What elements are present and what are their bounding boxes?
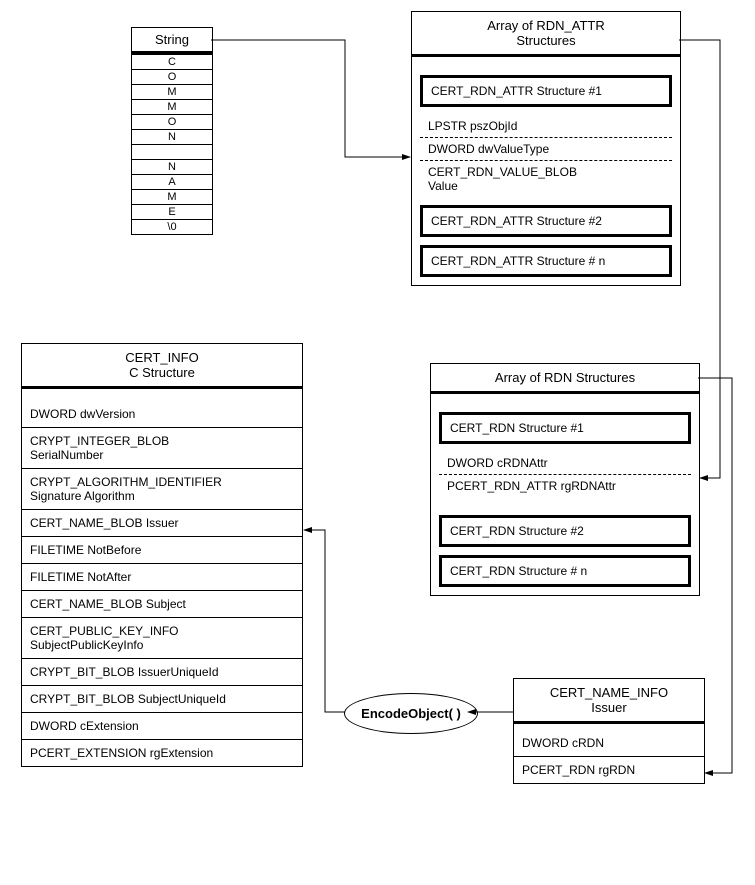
string-char: N — [132, 129, 212, 144]
string-char: M — [132, 99, 212, 114]
rdnattr-f1: LPSTR pszObjId — [420, 115, 672, 137]
rdn-array: Array of RDN Structures CERT_RDN Structu… — [430, 363, 700, 596]
string-char: O — [132, 114, 212, 129]
string-char: A — [132, 174, 212, 189]
cert-info-title: CERT_INFO C Structure — [22, 344, 302, 389]
cert-info-row: CERT_PUBLIC_KEY_INFO SubjectPublicKeyInf… — [22, 617, 302, 658]
rdn-f2: PCERT_RDN_ATTR rgRDNAttr — [439, 474, 691, 497]
cert-info-row: DWORD dwVersion — [22, 389, 302, 427]
cert-info-row: FILETIME NotAfter — [22, 563, 302, 590]
string-char: N — [132, 159, 212, 174]
rdnattr-f3: CERT_RDN_VALUE_BLOB Value — [420, 160, 672, 197]
encode-object: EncodeObject( ) — [344, 693, 478, 734]
rdnattr-s2: CERT_RDN_ATTR Structure #2 — [420, 205, 672, 237]
cert-info-row: CERT_NAME_BLOB Subject — [22, 590, 302, 617]
rdnattr-array: Array of RDN_ATTR Structures CERT_RDN_AT… — [411, 11, 681, 286]
rdnattr-title: Array of RDN_ATTR Structures — [412, 12, 680, 57]
rdnattr-s1: CERT_RDN_ATTR Structure #1 — [420, 75, 672, 107]
cert-info-row: CRYPT_INTEGER_BLOB SerialNumber — [22, 427, 302, 468]
cert-name-info-row: DWORD cRDN — [514, 724, 704, 756]
rdnattr-s3: CERT_RDN_ATTR Structure # n — [420, 245, 672, 277]
string-char: M — [132, 84, 212, 99]
cert-info-row: CRYPT_BIT_BLOB IssuerUniqueId — [22, 658, 302, 685]
cert-info-row-issuer: CERT_NAME_BLOB Issuer — [22, 509, 302, 536]
string-char: C — [132, 54, 212, 69]
cert-info-row: CRYPT_BIT_BLOB SubjectUniqueId — [22, 685, 302, 712]
string-char: E — [132, 204, 212, 219]
cert-info-row: FILETIME NotBefore — [22, 536, 302, 563]
string-char: O — [132, 69, 212, 84]
string-char — [132, 144, 212, 159]
string-table: String C O M M O N N A M E \0 — [131, 27, 213, 235]
rdnattr-f2: DWORD dwValueType — [420, 137, 672, 160]
cert-name-info-title: CERT_NAME_INFO Issuer — [514, 679, 704, 724]
rdn-s1: CERT_RDN Structure #1 — [439, 412, 691, 444]
rdn-f1: DWORD cRDNAttr — [439, 452, 691, 474]
string-char: M — [132, 189, 212, 204]
rdn-s3: CERT_RDN Structure # n — [439, 555, 691, 587]
string-char: \0 — [132, 219, 212, 234]
rdn-s2: CERT_RDN Structure #2 — [439, 515, 691, 547]
cert-name-info-row: PCERT_RDN rgRDN — [514, 756, 704, 783]
cert-info-row: PCERT_EXTENSION rgExtension — [22, 739, 302, 766]
cert-info-row: CRYPT_ALGORITHM_IDENTIFIER Signature Alg… — [22, 468, 302, 509]
cert-info: CERT_INFO C Structure DWORD dwVersion CR… — [21, 343, 303, 767]
cert-info-row: DWORD cExtension — [22, 712, 302, 739]
cert-name-info: CERT_NAME_INFO Issuer DWORD cRDN PCERT_R… — [513, 678, 705, 784]
string-title: String — [132, 28, 212, 54]
rdn-title: Array of RDN Structures — [431, 364, 699, 394]
